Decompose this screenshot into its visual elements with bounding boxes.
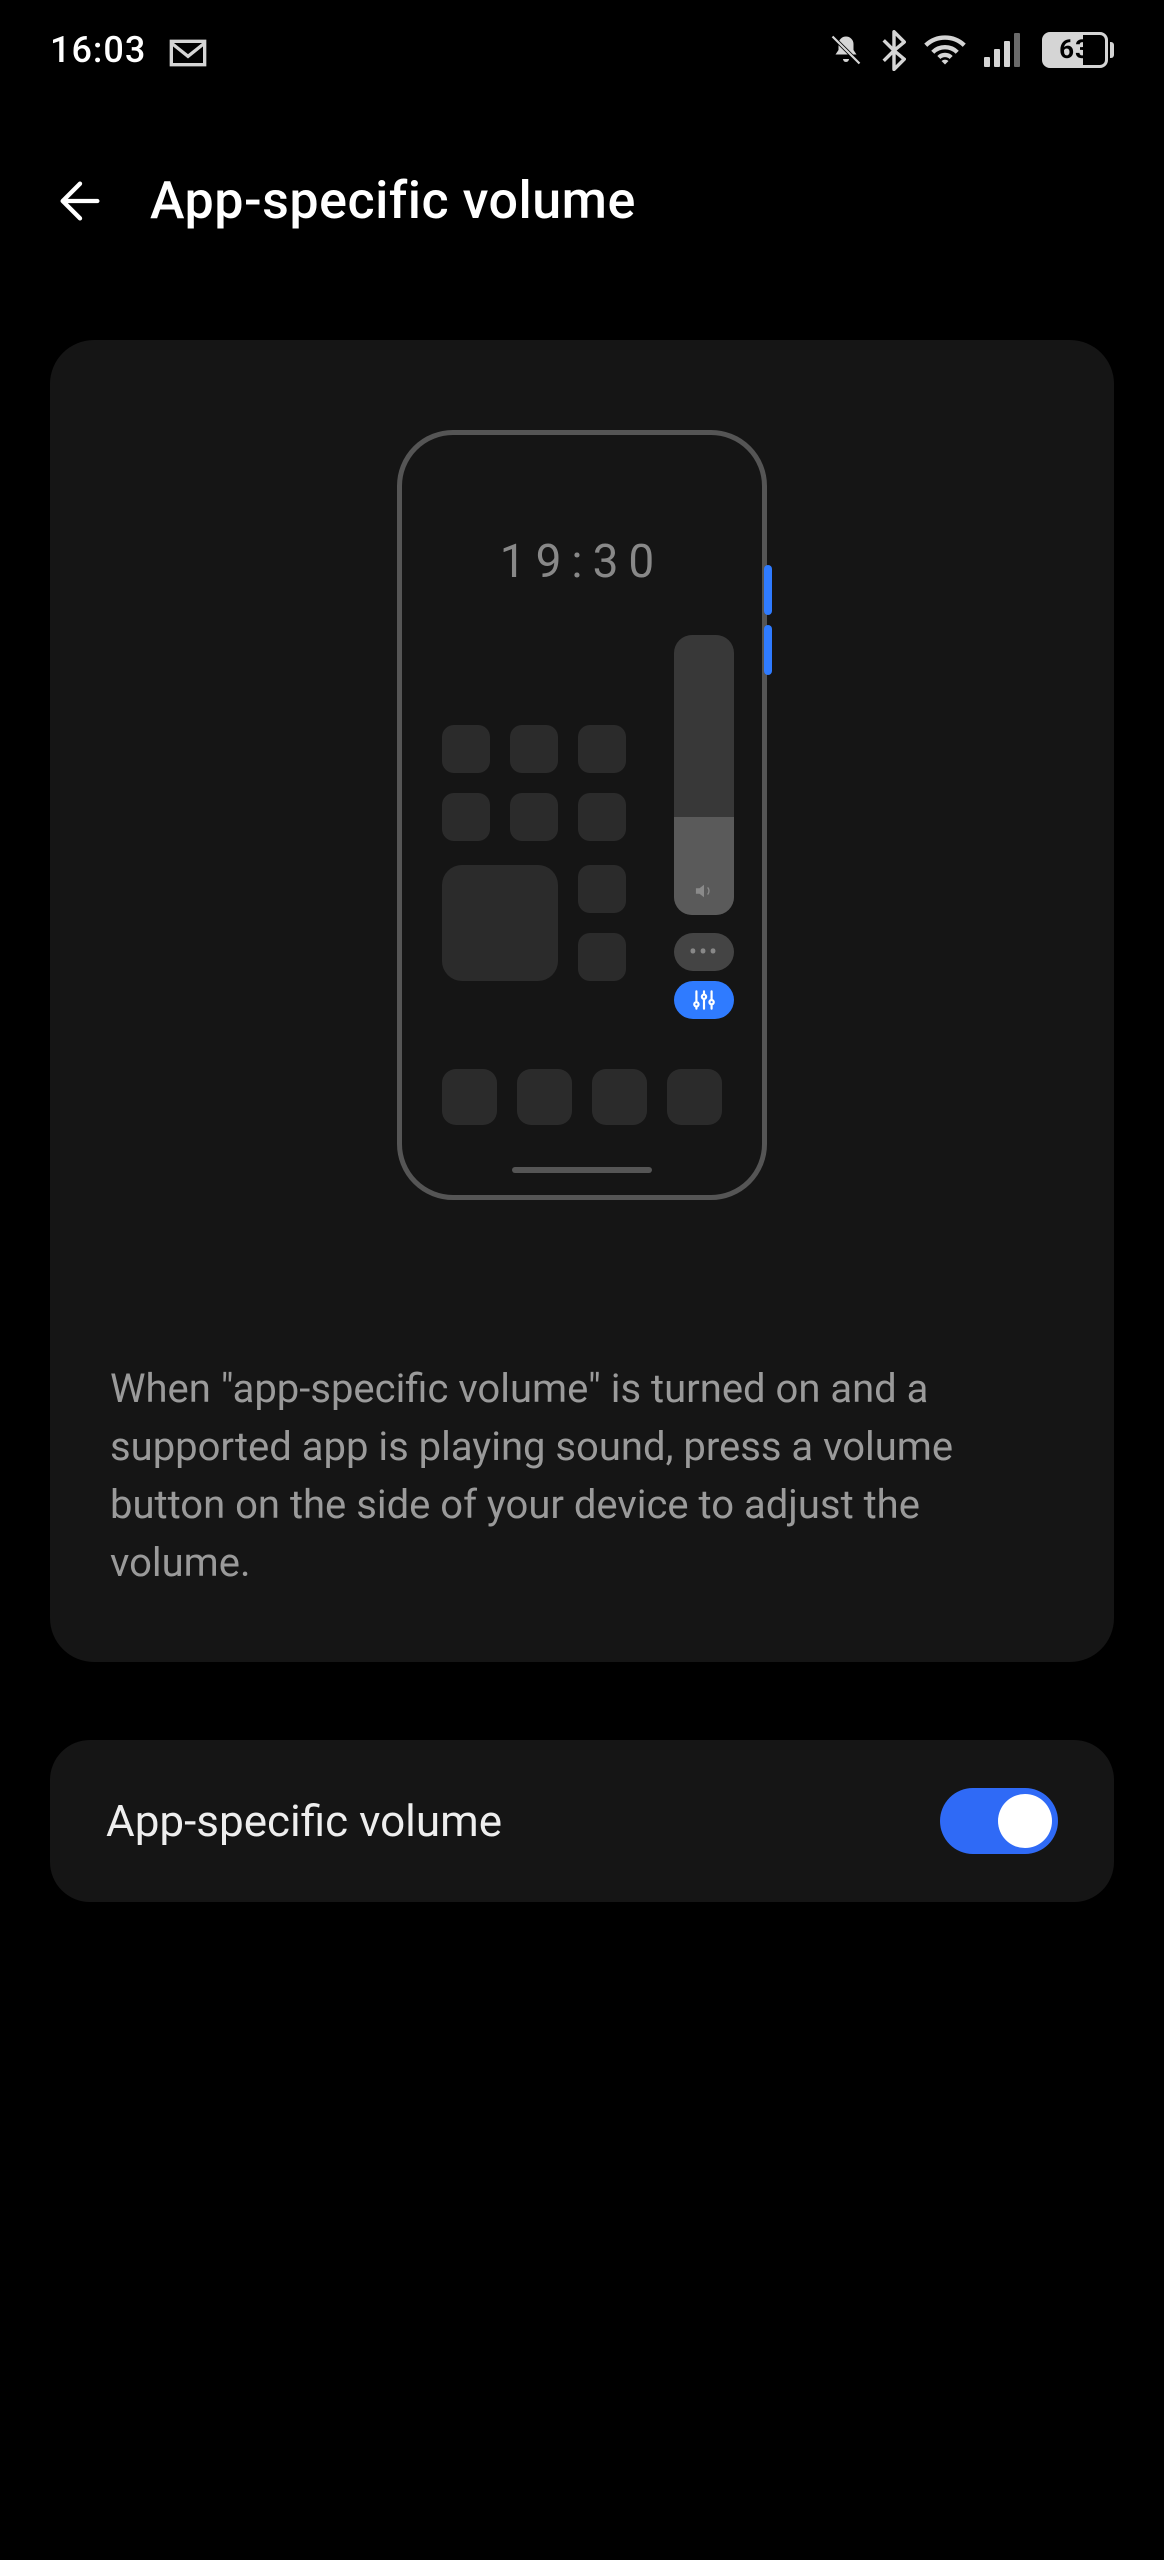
more-pill: ••• <box>674 933 734 971</box>
app-icon <box>578 933 626 981</box>
wifi-icon <box>924 33 966 67</box>
phone-outline: 19:30 ••• <box>397 430 767 1200</box>
app-icon <box>578 865 626 913</box>
page-header: App-specific volume <box>0 170 1164 231</box>
info-card: 19:30 ••• <box>50 340 1114 1662</box>
toggle-row[interactable]: App-specific volume <box>50 1740 1114 1902</box>
app-grid-col <box>578 865 626 981</box>
bell-off-icon <box>828 32 864 68</box>
toggle-knob <box>998 1794 1052 1848</box>
signal-icon <box>984 33 1024 67</box>
widget <box>442 865 558 981</box>
app-icon <box>510 725 558 773</box>
app-grid-row1 <box>442 725 626 841</box>
arrow-left-icon <box>54 175 106 227</box>
bluetooth-icon <box>882 30 906 70</box>
gmail-icon <box>168 35 208 65</box>
dock-icon <box>667 1069 722 1125</box>
sliders-icon <box>691 987 717 1013</box>
phone-dock <box>442 1069 722 1125</box>
app-icon <box>442 725 490 773</box>
dock-icon <box>592 1069 647 1125</box>
dock-icon <box>442 1069 497 1125</box>
battery-indicator: 63 <box>1042 32 1114 68</box>
toggle-label: App-specific volume <box>106 1795 502 1847</box>
app-icon <box>510 793 558 841</box>
app-icon <box>442 793 490 841</box>
phone-illustration: 19:30 ••• <box>110 430 1054 1200</box>
page-title: App-specific volume <box>150 170 636 231</box>
speaker-icon <box>674 881 734 905</box>
sliders-pill <box>674 981 734 1019</box>
back-button[interactable] <box>50 171 110 231</box>
status-time: 16:03 <box>50 29 146 71</box>
volume-slider <box>674 635 734 915</box>
status-left: 16:03 <box>50 29 208 71</box>
battery-percent: 63 <box>1059 35 1091 65</box>
dock-icon <box>517 1069 572 1125</box>
volume-up-side-button <box>764 565 772 615</box>
app-icon <box>578 793 626 841</box>
card-description: When "app-specific volume" is turned on … <box>110 1360 1054 1592</box>
status-right: 63 <box>828 30 1114 70</box>
phone-time: 19:30 <box>402 535 762 589</box>
app-icon <box>578 725 626 773</box>
home-indicator <box>512 1167 652 1173</box>
status-bar: 16:03 63 <box>0 0 1164 100</box>
volume-down-side-button <box>764 625 772 675</box>
toggle-switch[interactable] <box>940 1788 1058 1854</box>
